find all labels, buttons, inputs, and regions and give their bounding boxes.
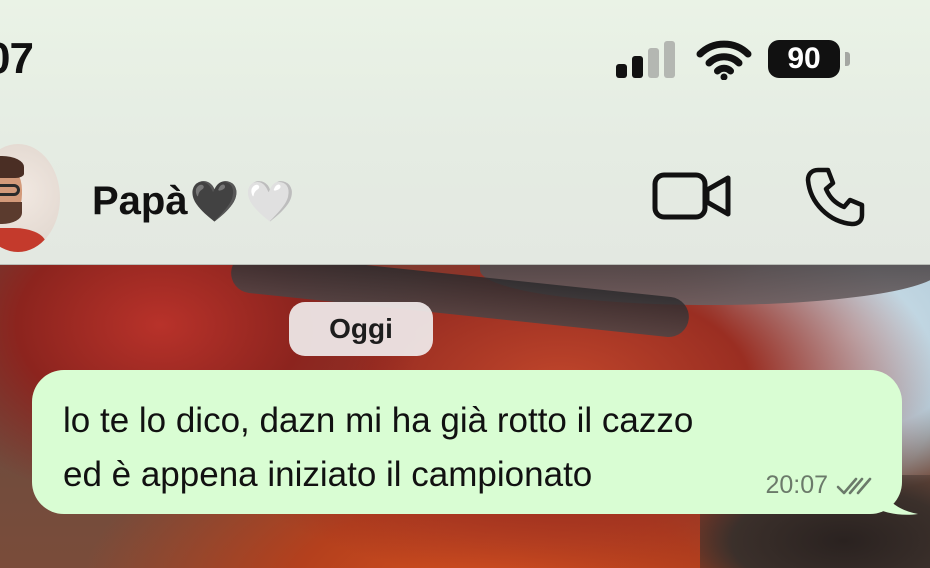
black-heart-emoji: 🖤 (189, 180, 240, 224)
video-call-icon[interactable] (652, 170, 732, 222)
avatar[interactable] (0, 144, 60, 252)
contact-name[interactable]: Papà 🖤 🤍 (92, 178, 295, 225)
battery-indicator: 90 (768, 40, 840, 78)
chat-header: 07 90 Papà 🖤 🤍 (0, 0, 930, 265)
contact-name-text: Papà (92, 179, 188, 223)
white-heart-emoji: 🤍 (245, 180, 296, 224)
bubble-tail (880, 484, 918, 515)
message-meta: 20:07 (765, 471, 872, 500)
status-bar-time: 07 (0, 34, 34, 83)
cellular-signal-icon (616, 41, 676, 78)
battery-cap (845, 52, 850, 66)
phone-icon[interactable] (804, 166, 866, 228)
message-timestamp: 20:07 (765, 471, 828, 499)
wifi-icon (696, 40, 752, 80)
date-separator: Oggi (289, 302, 433, 356)
message-line: lo te lo dico, dazn mi ha già rotto il c… (63, 401, 694, 440)
message-line: ed è appena iniziato il campionato (63, 455, 593, 494)
double-check-icon (836, 477, 872, 494)
outgoing-message-bubble[interactable]: lo te lo dico, dazn mi ha già rotto il c… (32, 370, 902, 514)
battery-level: 90 (787, 42, 821, 75)
